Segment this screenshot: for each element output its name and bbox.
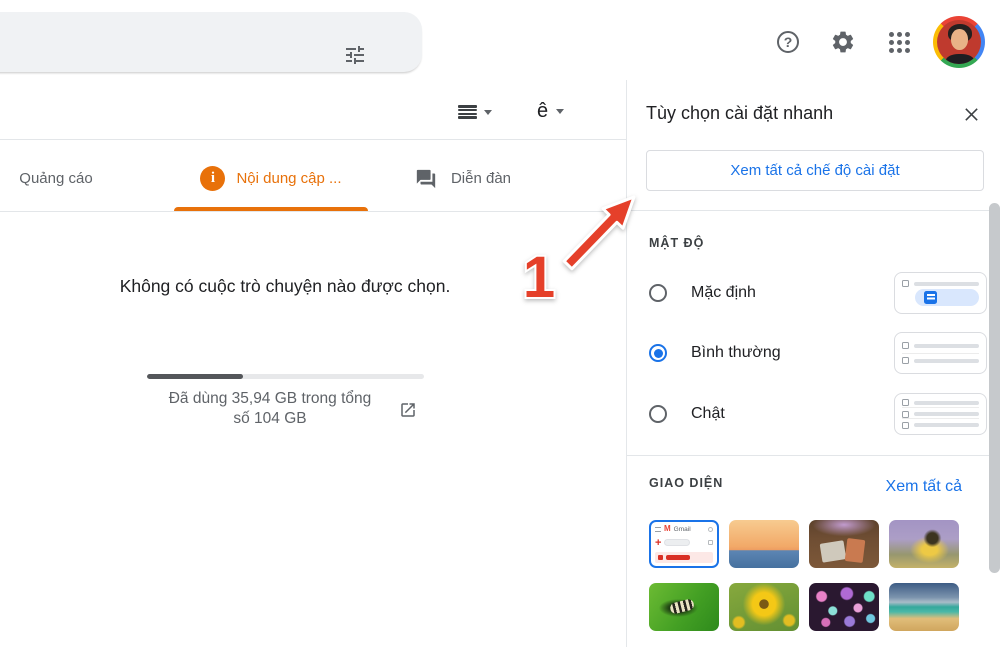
list-lines-icon bbox=[458, 105, 477, 119]
storage-usage-text: Đã dùng 35,94 GB trong tổng số 104 GB bbox=[145, 389, 395, 429]
annotation-step-number: 1 bbox=[523, 245, 555, 310]
storage-progress-bar bbox=[147, 374, 424, 379]
theme-thumbnail-bee-on-flower[interactable] bbox=[889, 520, 959, 568]
storage-progress-fill bbox=[147, 374, 243, 379]
forum-chat-icon bbox=[415, 168, 437, 190]
chevron-down-icon bbox=[556, 109, 564, 114]
density-option-label: Mặc định bbox=[691, 284, 756, 302]
mini-search-icon bbox=[708, 527, 713, 532]
help-button[interactable]: ? bbox=[768, 22, 808, 62]
input-tools-toggle[interactable]: ê bbox=[537, 96, 579, 126]
theme-thumbnail-desk-letters[interactable] bbox=[809, 520, 879, 568]
density-option-default[interactable]: Mặc định bbox=[649, 272, 987, 314]
radio-default[interactable] bbox=[649, 284, 667, 302]
theme-thumbnail-gmail-default[interactable]: M Gmail + bbox=[649, 520, 719, 568]
quick-settings-panel: Tùy chọn cài đặt nhanh Xem tất cả chế độ… bbox=[626, 80, 1000, 647]
tab-label: Quảng cáo bbox=[19, 170, 92, 187]
radio-comfortable[interactable] bbox=[649, 344, 667, 362]
toolbar-divider bbox=[0, 139, 626, 140]
tab-label: Diễn đàn bbox=[451, 170, 511, 187]
search-bar[interactable] bbox=[0, 12, 422, 72]
gmail-logo-m: M bbox=[664, 525, 671, 533]
density-option-label: Chật bbox=[691, 405, 725, 423]
settings-gear-button[interactable] bbox=[823, 22, 863, 62]
mini-menu-icon bbox=[655, 527, 661, 532]
open-in-new-icon[interactable] bbox=[399, 401, 417, 419]
theme-thumbnail-beach-sky[interactable] bbox=[889, 583, 959, 631]
tab-label: Nội dung cập ... bbox=[236, 170, 341, 187]
profile-avatar[interactable] bbox=[933, 16, 985, 68]
red-arrow bbox=[564, 197, 634, 269]
theme-thumbnail-bokeh-lights[interactable] bbox=[809, 583, 879, 631]
panel-divider bbox=[627, 210, 1000, 211]
close-button[interactable] bbox=[957, 100, 985, 128]
tab-forums[interactable]: Diễn đàn bbox=[390, 146, 536, 211]
density-thumbnail-default bbox=[894, 272, 987, 314]
density-thumbnail-comfortable bbox=[894, 332, 987, 374]
tabs-divider bbox=[0, 211, 626, 212]
reading-pane-toggle[interactable] bbox=[458, 99, 504, 125]
apps-grid-button[interactable] bbox=[879, 22, 919, 62]
density-option-comfortable[interactable]: Bình thường bbox=[649, 332, 987, 374]
theme-thumbnail-caterpillar[interactable] bbox=[649, 583, 719, 631]
info-icon: i bbox=[200, 166, 225, 191]
panel-title: Tùy chọn cài đặt nhanh bbox=[646, 103, 833, 124]
density-header: MẬT ĐỘ bbox=[649, 236, 704, 250]
gear-icon bbox=[830, 29, 856, 55]
search-options-icon[interactable] bbox=[343, 43, 367, 67]
gmail-window: ? ê Quảng cáo i Nội dung cập ... bbox=[0, 0, 1000, 647]
density-option-label: Bình thường bbox=[691, 344, 781, 362]
help-icon: ? bbox=[777, 31, 799, 53]
tab-updates[interactable]: i Nội dung cập ... bbox=[172, 146, 370, 211]
density-option-compact[interactable]: Chật bbox=[649, 393, 987, 435]
gmail-brand-text: Gmail bbox=[674, 526, 691, 533]
attachment-chip-icon bbox=[924, 291, 937, 304]
empty-state-message: Không có cuộc trò chuyện nào được chọn. bbox=[45, 276, 525, 297]
see-all-settings-button[interactable]: Xem tất cả chế độ cài đặt bbox=[646, 150, 984, 191]
theme-thumbnail-sunflower[interactable] bbox=[729, 583, 799, 631]
close-icon bbox=[963, 106, 980, 123]
radio-compact[interactable] bbox=[649, 405, 667, 423]
theme-see-all-link[interactable]: Xem tất cả bbox=[886, 478, 962, 496]
theme-thumbnail-sunset-beach[interactable] bbox=[729, 520, 799, 568]
chevron-down-icon bbox=[484, 110, 492, 115]
theme-header: GIAO DIỆN bbox=[649, 476, 723, 490]
mini-compose-plus: + bbox=[655, 539, 661, 547]
tab-promotions[interactable]: Quảng cáo bbox=[0, 146, 112, 211]
panel-divider bbox=[627, 455, 1000, 456]
avatar-photo bbox=[937, 20, 981, 64]
theme-grid: M Gmail + bbox=[649, 520, 961, 631]
panel-scrollbar[interactable] bbox=[989, 203, 1000, 573]
density-thumbnail-compact bbox=[894, 393, 987, 435]
input-tools-label: ê bbox=[537, 100, 548, 123]
apps-grid-icon bbox=[889, 32, 910, 53]
